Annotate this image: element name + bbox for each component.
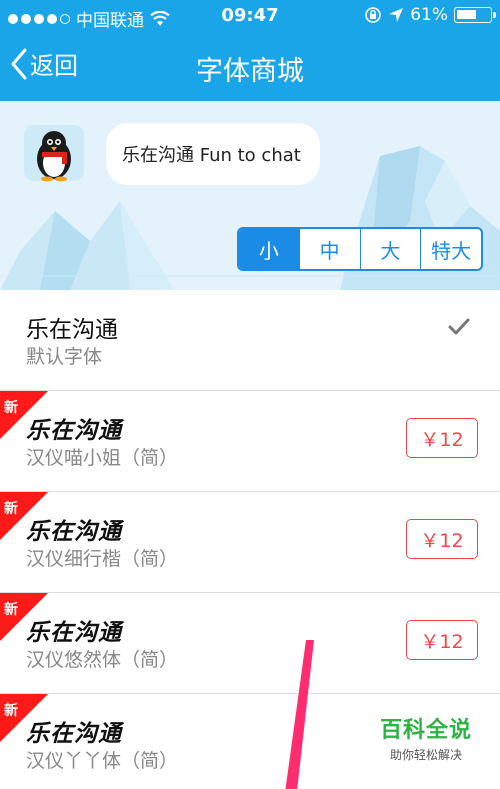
- price-button[interactable]: ￥12: [406, 620, 478, 660]
- font-name: 默认字体: [26, 346, 103, 368]
- penguin-avatar: [24, 125, 84, 182]
- size-tab-small[interactable]: 小: [239, 229, 299, 269]
- location-arrow-icon: [389, 8, 404, 22]
- orientation-lock-icon: [365, 7, 382, 23]
- status-right: 61%: [364, 5, 496, 25]
- price-button[interactable]: ￥12: [406, 418, 478, 458]
- status-bar: 中国联通 09:47 61%: [0, 0, 500, 32]
- size-tab-medium[interactable]: 中: [298, 229, 360, 269]
- battery-percent: 61%: [410, 5, 448, 25]
- font-name: 汉仪细行楷（简）: [26, 548, 179, 570]
- font-row-miaoxiaojie[interactable]: 新 乐在沟通 汉仪喵小姐（简） ￥12: [0, 391, 500, 492]
- preview-banner: 乐在沟通 Fun to chat 小 中 大 特大: [0, 101, 500, 290]
- checkmark-icon: [448, 318, 470, 335]
- font-row-xixingkai[interactable]: 新 乐在沟通 汉仪细行楷（简） ￥12: [0, 492, 500, 593]
- font-size-selector: 小 中 大 特大: [237, 227, 483, 271]
- font-name: 汉仪丫丫体（简）: [26, 750, 179, 772]
- new-badge: 新: [4, 602, 18, 618]
- watermark-title: 百科全说: [379, 718, 472, 743]
- new-badge: 新: [4, 501, 18, 517]
- font-sample: 乐在沟通: [26, 720, 122, 747]
- nav-bar: 返回 字体商城: [0, 32, 500, 101]
- font-sample: 乐在沟通: [26, 317, 118, 343]
- preview-bubble: 乐在沟通 Fun to chat: [106, 123, 320, 185]
- font-sample: 乐在沟通: [26, 619, 122, 646]
- font-sample: 乐在沟通: [26, 417, 122, 444]
- size-tab-large[interactable]: 大: [359, 229, 421, 269]
- font-row-youranti[interactable]: 新 乐在沟通 汉仪悠然体（简） ￥12: [0, 593, 500, 694]
- font-name: 汉仪悠然体（简）: [26, 649, 179, 671]
- preview-text: 乐在沟通 Fun to chat: [122, 145, 301, 166]
- app-header: 中国联通 09:47 61% 返回 字体商城: [0, 0, 500, 101]
- battery-icon: [454, 7, 496, 23]
- new-badge: 新: [4, 400, 18, 416]
- watermark-subtitle: 助你轻松解决: [389, 748, 462, 762]
- price-button[interactable]: ￥12: [406, 519, 478, 559]
- watermark: 百科全说 助你轻松解决: [380, 712, 472, 763]
- page-title: 字体商城: [196, 56, 304, 87]
- font-name: 汉仪喵小姐（简）: [26, 447, 179, 469]
- new-badge: 新: [4, 703, 18, 719]
- font-sample: 乐在沟通: [26, 518, 122, 545]
- font-row-default[interactable]: 乐在沟通 默认字体: [0, 290, 500, 391]
- annotation-arrow: [285, 640, 314, 789]
- size-tab-extra-large[interactable]: 特大: [420, 229, 481, 269]
